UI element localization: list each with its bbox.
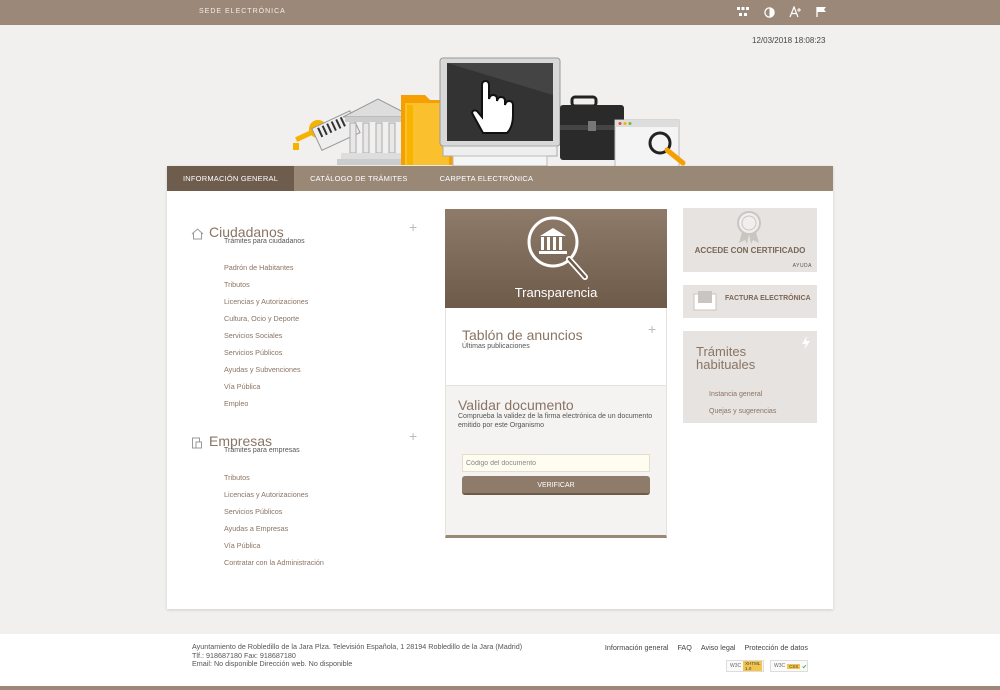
sitemap-icon[interactable]	[736, 5, 750, 19]
ciudadanos-list: Padrón de Habitantes Tributos Licencias …	[224, 259, 308, 412]
validar-panel: Validar documento Comprueba la validez d…	[445, 385, 667, 538]
briefcase-icon	[560, 95, 624, 160]
css-badge[interactable]: W3C CSS	[770, 660, 808, 672]
xhtml-badge[interactable]: W3C XHTML 1.0	[726, 660, 764, 672]
footer-link-aviso-legal[interactable]: Aviso legal	[701, 643, 736, 652]
bottom-bar	[0, 686, 1000, 690]
main-card: INFORMACIÓN GENERAL CATÁLOGO DE TRÁMITES…	[167, 166, 833, 609]
list-item[interactable]: Padrón de Habitantes	[224, 259, 308, 276]
expand-ciudadanos-icon[interactable]: +	[409, 219, 417, 235]
footer-address: Ayuntamiento de Robledillo de la Jara Pl…	[192, 642, 522, 669]
tab-catalogo-tramites[interactable]: CATÁLOGO DE TRÁMITES	[294, 166, 424, 191]
list-item[interactable]: Instancia general	[709, 386, 776, 403]
lightning-icon	[802, 336, 810, 350]
list-item[interactable]: Quejas y sugerencias	[709, 403, 776, 420]
tablon-title: Tablón de anuncios	[462, 327, 583, 343]
footer-links: Información general FAQ Aviso legal Prot…	[605, 643, 808, 652]
list-item[interactable]: Ayudas a Empresas	[224, 520, 324, 537]
footer-link-proteccion-datos[interactable]: Protección de datos	[744, 643, 808, 652]
document-code-input[interactable]	[462, 454, 650, 472]
transparency-search-icon	[527, 216, 588, 280]
check-icon	[802, 664, 807, 668]
hero-illustration	[285, 55, 695, 168]
current-datetime: 12/03/2018 18:08:23	[752, 36, 826, 45]
list-item[interactable]: Tributos	[224, 469, 324, 486]
accessibility-tools	[736, 5, 828, 19]
factura-label: FACTURA ELECTRÓNICA	[725, 295, 811, 302]
expand-empresas-icon[interactable]: +	[409, 428, 417, 444]
list-item[interactable]: Cultura, Ocio y Deporte	[224, 310, 308, 327]
list-item[interactable]: Licencias y Autorizaciones	[224, 486, 324, 503]
transparencia-panel[interactable]: Transparencia	[445, 209, 667, 308]
habituales-panel: Trámites habituales Instancia general Qu…	[683, 331, 817, 423]
footer: Ayuntamiento de Robledillo de la Jara Pl…	[0, 634, 1000, 686]
language-flag-icon[interactable]	[814, 5, 828, 19]
contrast-icon[interactable]	[762, 5, 776, 19]
footer-link-informacion[interactable]: Información general	[605, 643, 669, 652]
habituales-list: Instancia general Quejas y sugerencias	[709, 386, 776, 420]
list-item[interactable]: Empleo	[224, 395, 308, 412]
certificate-label: ACCEDE CON CERTIFICADO	[694, 246, 806, 255]
building-icon	[191, 436, 203, 454]
invoice-icon	[693, 291, 717, 311]
email-line: Email: No disponible Dirección web. No d…	[192, 659, 353, 668]
site-name: SEDE ELECTRÓNICA	[199, 8, 286, 15]
list-item[interactable]: Licencias y Autorizaciones	[224, 293, 308, 310]
tablon-subtitle: Últimas publicaciones	[462, 343, 530, 350]
font-size-icon[interactable]	[788, 5, 802, 19]
verify-button[interactable]: VERIFICAR	[462, 476, 650, 495]
certificate-badge-icon	[737, 211, 761, 244]
top-bar: SEDE ELECTRÓNICA	[0, 0, 1000, 25]
tab-informacion-general[interactable]: INFORMACIÓN GENERAL	[167, 166, 295, 191]
validar-description: Comprueba la validez de la firma electró…	[458, 413, 653, 429]
browser-search-icon	[614, 119, 686, 168]
list-item[interactable]: Ayudas y Subvenciones	[224, 361, 308, 378]
monitor-icon	[439, 57, 561, 167]
list-item[interactable]: Contratar con la Administración	[224, 554, 324, 571]
ciudadanos-subtitle: Trámites para ciudadanos	[224, 238, 305, 245]
empresas-header: Empresas Trámites para empresas	[191, 433, 300, 454]
factura-panel[interactable]: FACTURA ELECTRÓNICA	[683, 285, 817, 318]
validar-title: Validar documento	[458, 397, 574, 413]
tab-carpeta-electronica[interactable]: CARPETA ELECTRÓNICA	[424, 166, 550, 191]
habituales-title: Trámites habituales	[696, 344, 756, 372]
list-item[interactable]: Servicios Públicos	[224, 503, 324, 520]
list-item[interactable]: Vía Pública	[224, 537, 324, 554]
empresas-subtitle: Trámites para empresas	[224, 447, 300, 454]
empresas-list: Tributos Licencias y Autorizaciones Serv…	[224, 469, 324, 571]
tablon-panel[interactable]: Tablón de anuncios Últimas publicaciones…	[445, 308, 667, 385]
ciudadanos-header: Ciudadanos Trámites para ciudadanos	[191, 224, 305, 245]
validation-badges: W3C XHTML 1.0 W3C CSS	[726, 660, 808, 672]
transparencia-label: Transparencia	[514, 285, 598, 300]
list-item[interactable]: Servicios Sociales	[224, 327, 308, 344]
list-item[interactable]: Vía Pública	[224, 378, 308, 395]
house-icon	[191, 227, 204, 245]
expand-tablon-icon[interactable]: +	[648, 321, 656, 337]
footer-link-faq[interactable]: FAQ	[677, 643, 691, 652]
list-item[interactable]: Tributos	[224, 276, 308, 293]
certificate-panel[interactable]: ACCEDE CON CERTIFICADO AYUDA	[683, 208, 817, 272]
certificate-help-link[interactable]: AYUDA	[793, 263, 812, 269]
main-nav: INFORMACIÓN GENERAL CATÁLOGO DE TRÁMITES…	[167, 166, 833, 191]
list-item[interactable]: Servicios Públicos	[224, 344, 308, 361]
